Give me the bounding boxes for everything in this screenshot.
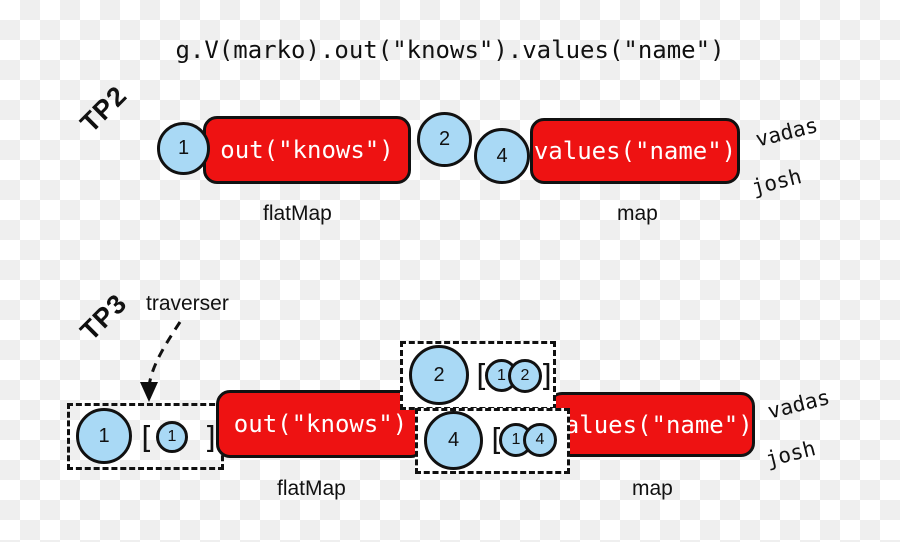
- tp3-traverser-in-object[interactable]: 1: [76, 408, 132, 464]
- tp3-traverser-out-2-path-close: ]: [538, 359, 557, 394]
- tp3-traverser-in-path-close: ]: [202, 421, 221, 456]
- tp3-traverser-out-2-path-2[interactable]: 2: [508, 359, 542, 393]
- tp3-traverser-in-path-1[interactable]: 1: [156, 421, 188, 453]
- tp3-traverser-out-2-object[interactable]: 2: [409, 345, 469, 405]
- diagram-canvas: g.V(marko).out("knows").values("name") T…: [0, 0, 900, 542]
- tp3-step-map[interactable]: values("name"): [548, 392, 755, 457]
- tp3-traverser-out-4-path-2[interactable]: 4: [523, 423, 557, 457]
- tp3-step-label-flatmap: flatMap: [277, 477, 346, 500]
- tp3-traverser-out-4-object[interactable]: 4: [424, 411, 483, 470]
- tp3-step-label-map: map: [632, 477, 673, 500]
- tp3-traverser-in-path-open: [: [137, 421, 156, 456]
- tp3-step-flatmap[interactable]: out("knows"): [216, 390, 425, 458]
